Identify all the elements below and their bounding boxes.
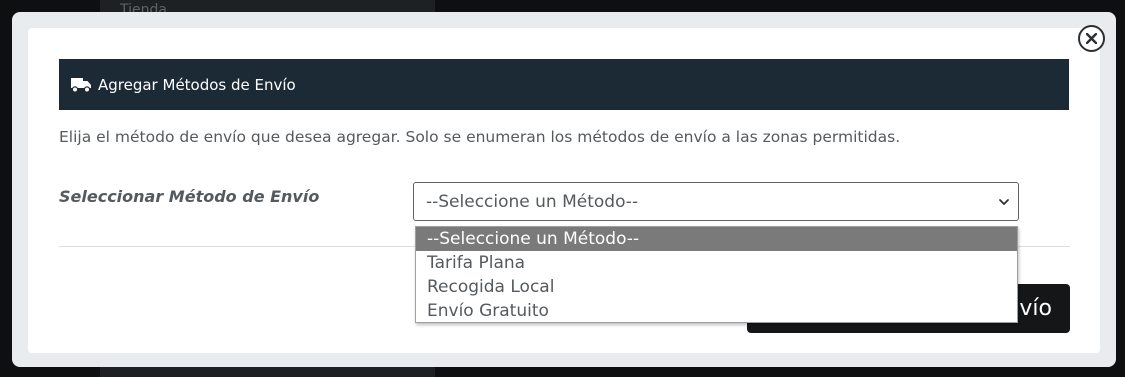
close-button[interactable] <box>1078 25 1105 52</box>
truck-icon <box>71 77 92 93</box>
option-item[interactable]: --Seleccione un Método-- <box>416 227 1017 251</box>
chevron-down-icon <box>999 199 1009 206</box>
option-item[interactable]: Recogida Local <box>416 275 1017 299</box>
shipping-method-select[interactable]: --Seleccione un Método-- <box>413 182 1019 221</box>
modal-title: Agregar Métodos de Envío <box>98 75 296 94</box>
add-shipping-method-button-label: vío <box>1019 296 1052 321</box>
option-item[interactable]: Tarifa Plana <box>416 251 1017 275</box>
select-value: --Seleccione un Método-- <box>426 191 639 212</box>
shipping-method-options: --Seleccione un Método-- Tarifa Plana Re… <box>415 226 1018 323</box>
shipping-method-label: Seleccionar Método de Envío <box>59 187 320 206</box>
modal-header: Agregar Métodos de Envío <box>59 59 1069 110</box>
modal-description: Elija el método de envío que desea agreg… <box>59 128 901 146</box>
option-item[interactable]: Envío Gratuito <box>416 299 1017 323</box>
close-icon <box>1086 33 1097 44</box>
